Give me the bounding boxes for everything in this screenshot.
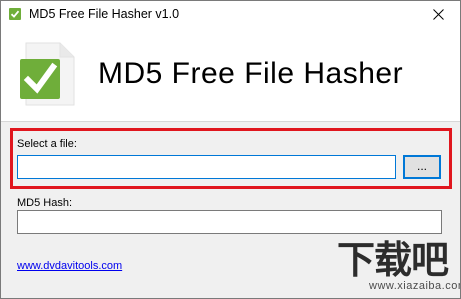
title-bar[interactable]: MD5 Free File Hasher v1.0 (1, 1, 460, 32)
app-check-icon (9, 8, 21, 20)
close-icon (432, 7, 444, 25)
watermark: 下载吧 www.xiazaiba.com (329, 237, 461, 296)
app-title: MD5 Free File Hasher (98, 57, 404, 90)
select-file-label: Select a file: (17, 138, 77, 150)
document-check-icon (18, 41, 78, 108)
website-link[interactable]: www.dvdavitools.com (17, 259, 122, 273)
window-title: MD5 Free File Hasher v1.0 (29, 7, 180, 21)
md5-hash-label: MD5 Hash: (17, 197, 73, 209)
app-window: MD5 Free File Hasher v1.0 MD5 Free File … (0, 0, 461, 299)
watermark-text: 下载吧 (337, 237, 449, 282)
close-button[interactable] (416, 1, 460, 31)
watermark-url: www.xiazaiba.com (369, 280, 461, 292)
file-path-input[interactable] (17, 155, 396, 179)
browse-button[interactable]: ... (403, 155, 441, 179)
md5-hash-field[interactable] (17, 210, 442, 234)
app-header: MD5 Free File Hasher (1, 32, 460, 122)
